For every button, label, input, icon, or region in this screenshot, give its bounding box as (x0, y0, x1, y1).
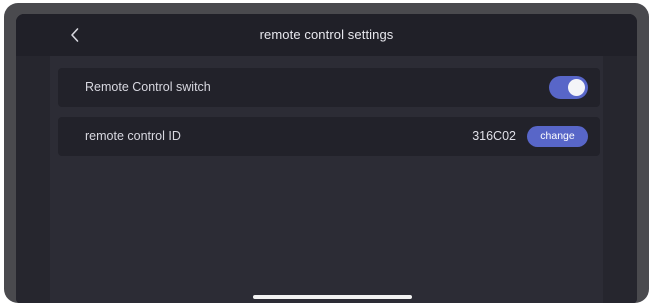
remote-control-switch-row: Remote Control switch (58, 68, 600, 107)
page-title: remote control settings (259, 27, 394, 42)
home-indicator[interactable] (253, 295, 412, 299)
left-safe-area (16, 14, 50, 303)
remote-control-switch-label: Remote Control switch (85, 80, 211, 94)
app-screen: remote control settings Remote Control s… (16, 14, 637, 303)
right-safe-area (603, 14, 637, 303)
device-frame: remote control settings Remote Control s… (4, 3, 649, 303)
change-id-button[interactable]: change (527, 126, 588, 147)
remote-control-id-label: remote control ID (85, 129, 181, 143)
toggle-knob (568, 79, 585, 96)
remote-control-id-row: remote control ID 316C02 change (58, 117, 600, 156)
remote-control-toggle[interactable] (549, 76, 588, 99)
remote-control-id-value: 316C02 (472, 129, 516, 143)
navigation-header: remote control settings (16, 14, 637, 56)
